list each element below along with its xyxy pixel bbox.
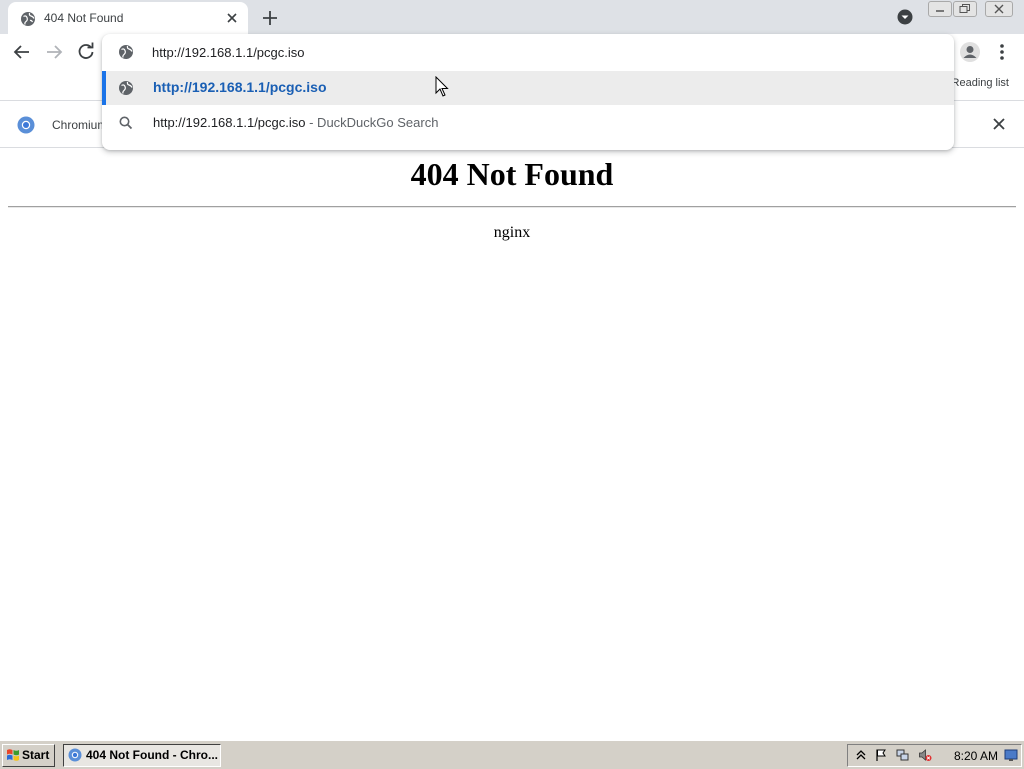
omnibox bbox=[102, 34, 954, 70]
reload-icon[interactable] bbox=[74, 40, 98, 64]
site-info-globe-icon[interactable] bbox=[118, 44, 134, 60]
page-divider bbox=[8, 206, 1016, 208]
reading-list-button[interactable]: Reading list bbox=[952, 77, 1009, 89]
omnibox-suggestion-search[interactable]: http://192.168.1.1/pcgc.iso - DuckDuckGo… bbox=[102, 106, 954, 140]
window-restore-button[interactable] bbox=[953, 1, 977, 17]
tab-search-icon[interactable] bbox=[896, 8, 914, 26]
infobar-close-icon[interactable] bbox=[990, 115, 1008, 133]
start-button[interactable]: Start bbox=[2, 744, 55, 767]
page-heading: 404 Not Found bbox=[410, 156, 614, 192]
clock: 8:20 AM bbox=[954, 749, 999, 763]
chromium-logo-icon bbox=[17, 116, 35, 134]
address-bar-input[interactable] bbox=[152, 43, 932, 61]
tab-strip: 404 Not Found bbox=[0, 0, 1024, 34]
windows-logo-icon bbox=[6, 748, 20, 762]
globe-icon bbox=[20, 11, 36, 27]
network-icon[interactable] bbox=[896, 748, 910, 762]
chromium-logo-icon bbox=[68, 748, 82, 762]
infobar-text: Chromium bbox=[52, 118, 108, 132]
suggestion-text: http://192.168.1.1/pcgc.iso bbox=[153, 79, 327, 95]
window-close-button[interactable] bbox=[985, 1, 1013, 17]
tab-title: 404 Not Found bbox=[44, 11, 124, 25]
suggestion-query: http://192.168.1.1/pcgc.iso bbox=[153, 115, 306, 130]
profile-avatar-icon[interactable] bbox=[958, 40, 982, 64]
omnibox-dropdown: http://192.168.1.1/pcgc.iso http://192.1… bbox=[102, 34, 954, 150]
system-tray: 8:20 AM bbox=[847, 744, 1022, 767]
show-desktop-icon[interactable] bbox=[1004, 748, 1018, 762]
page-content: 404 Not Found nginx bbox=[0, 148, 1024, 740]
omnibox-suggestion-url[interactable]: http://192.168.1.1/pcgc.iso bbox=[102, 71, 954, 105]
tray-expand-arrows-icon[interactable] bbox=[854, 748, 868, 762]
suggestion-engine: - DuckDuckGo Search bbox=[305, 115, 439, 130]
volume-muted-icon[interactable] bbox=[918, 748, 932, 762]
taskbar: Start 404 Not Found - Chro... 8:20 AM bbox=[0, 740, 1024, 769]
globe-icon bbox=[118, 80, 134, 96]
window-minimize-button[interactable] bbox=[928, 1, 952, 17]
search-icon bbox=[118, 115, 134, 131]
forward-arrow-icon[interactable] bbox=[42, 40, 66, 64]
new-tab-plus-icon[interactable] bbox=[258, 6, 282, 30]
taskbar-window-button[interactable]: 404 Not Found - Chro... bbox=[63, 744, 221, 767]
flag-icon[interactable] bbox=[874, 748, 888, 762]
back-arrow-icon[interactable] bbox=[10, 40, 34, 64]
kebab-menu-icon[interactable] bbox=[990, 40, 1014, 64]
start-label: Start bbox=[22, 748, 50, 762]
server-signature: nginx bbox=[493, 224, 531, 241]
tab-close-icon[interactable] bbox=[224, 10, 240, 26]
suggestion-text: http://192.168.1.1/pcgc.iso - DuckDuckGo… bbox=[153, 115, 438, 130]
browser-tab[interactable]: 404 Not Found bbox=[8, 2, 248, 34]
taskbar-window-label: 404 Not Found - Chro... bbox=[86, 748, 218, 762]
